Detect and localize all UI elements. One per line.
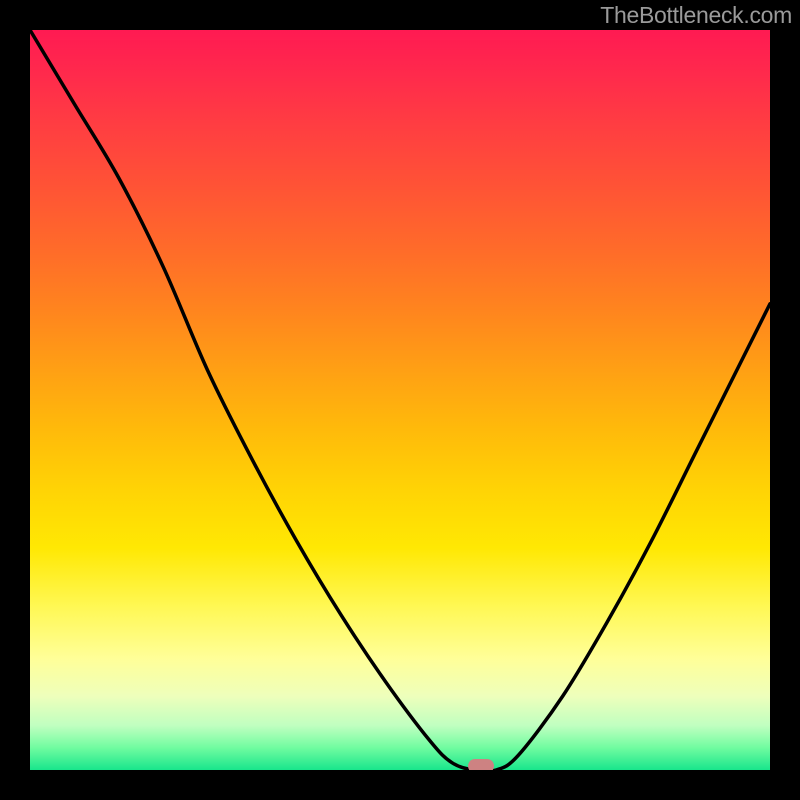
plot-area	[30, 30, 770, 770]
bottleneck-curve-path	[30, 30, 770, 770]
curve-svg	[30, 30, 770, 770]
watermark-text: TheBottleneck.com	[600, 2, 792, 29]
optimal-marker	[468, 759, 494, 770]
chart-container: TheBottleneck.com	[0, 0, 800, 800]
